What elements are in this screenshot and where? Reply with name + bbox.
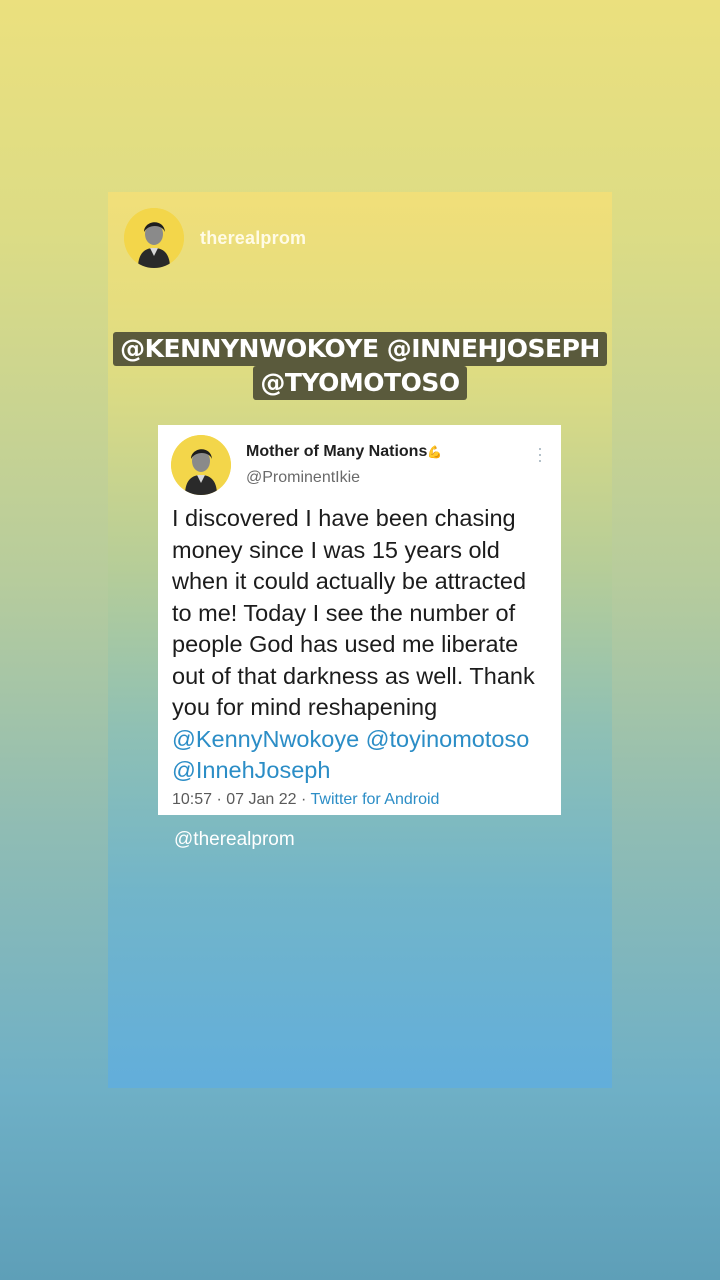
mention-link[interactable]: @KennyNwokoye (172, 726, 359, 752)
tweet-source[interactable]: Twitter for Android (311, 791, 440, 808)
tweet-author-avatar (171, 435, 231, 495)
tweet-time: 10:57 (172, 791, 213, 808)
tweet-display-name: Mother of Many Nations💪 (246, 443, 442, 461)
mention-tags-line-1[interactable]: @KENNYNWOKOYE @INNEHJOSEPH (113, 332, 607, 366)
profile-avatar[interactable] (124, 208, 184, 268)
tweet-body-text: I discovered I have been chasing money s… (172, 505, 535, 720)
tweet-meta: 10:57 · 07 Jan 22 · Twitter for Android (172, 791, 439, 809)
avatar-image (171, 435, 231, 495)
tweet-date: 07 Jan 22 (226, 791, 297, 808)
more-options-icon[interactable]: · · · (537, 439, 543, 469)
meta-separator: · (301, 791, 307, 808)
mention-tags: @KENNYNWOKOYE @INNEHJOSEPH @TYOMOTOSO (108, 332, 612, 400)
tweet-body: I discovered I have been chasing money s… (172, 503, 552, 787)
avatar-image (124, 208, 184, 268)
tweet-screenshot: Mother of Many Nations💪 @ProminentIkie ·… (158, 425, 561, 815)
story-username[interactable]: therealprom (200, 228, 306, 249)
tweet-display-name-text: Mother of Many Nations (246, 443, 428, 460)
story-header: therealprom (124, 208, 306, 268)
mention-tags-line-2[interactable]: @TYOMOTOSO (253, 366, 467, 400)
story-card: therealprom @KENNYNWOKOYE @INNEHJOSEPH @… (108, 192, 612, 1088)
mention-link[interactable]: @InnehJoseph (172, 757, 330, 783)
tweet-handle: @ProminentIkie (246, 469, 361, 486)
footer-mention[interactable]: @therealprom (174, 829, 295, 851)
meta-separator: · (216, 791, 222, 808)
mention-link[interactable]: @toyinomotoso (366, 726, 530, 752)
flexed-biceps-emoji: 💪 (427, 445, 443, 459)
